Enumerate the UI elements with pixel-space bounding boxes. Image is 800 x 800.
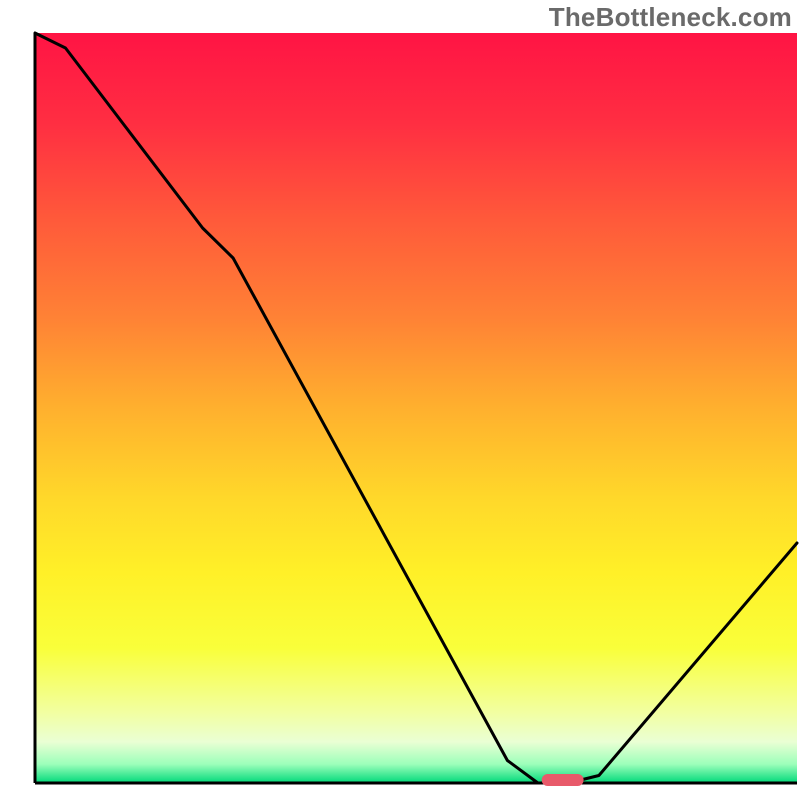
bottleneck-chart <box>0 0 800 800</box>
plot-background <box>35 33 797 783</box>
chart-stage: TheBottleneck.com <box>0 0 800 800</box>
optimum-marker <box>542 774 584 786</box>
